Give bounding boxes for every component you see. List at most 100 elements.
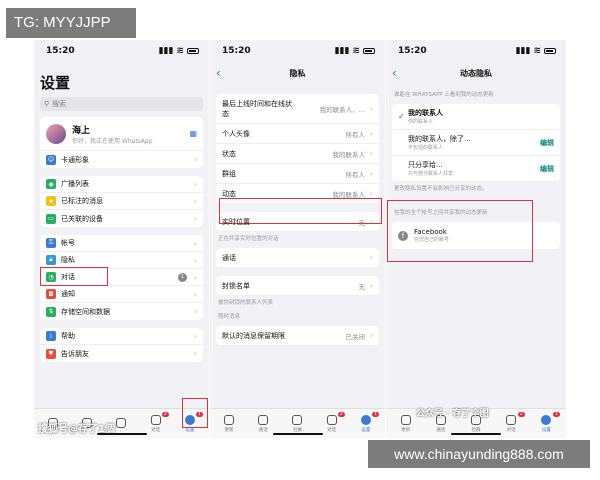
tab-settings[interactable]: 设置 1	[349, 411, 383, 433]
search-input[interactable]: ⚲ 搜索	[40, 97, 203, 111]
settings-row-tell-friend[interactable]: ♥ 告诉朋友 ›	[40, 345, 203, 362]
tab-badge: 1	[553, 411, 560, 417]
status-tab-icon	[224, 414, 235, 425]
row-label: 通知	[61, 290, 75, 298]
settings-row-help[interactable]: i 帮助 ›	[40, 328, 203, 345]
privacy-row-default-timer[interactable]: 默认的消息保留期限 已关闭 ›	[216, 326, 379, 346]
settings-row-avatar[interactable]: ☺ 卡通形象 ›	[40, 151, 203, 168]
highlight-settings-tab-box	[182, 398, 208, 428]
privacy-row-about[interactable]: 状态 我的联系人 ›	[216, 144, 379, 164]
tab-settings[interactable]: 设置 1	[529, 411, 564, 433]
tab-label: 通话	[258, 427, 268, 433]
option-sub: 只与部分联系人共享	[408, 171, 454, 177]
tab-badge: 2	[161, 411, 169, 417]
row-label: 默认的消息保留期限	[222, 331, 285, 340]
nav-header: ‹ 动态隐私	[386, 62, 566, 84]
row-value: 我的联系人	[332, 190, 366, 199]
tab-label: 设置	[361, 427, 371, 433]
page-title: 动态隐私	[460, 68, 492, 78]
row-label: 封锁名单	[222, 281, 250, 290]
battery-icon	[544, 48, 556, 54]
tab-label: 对话	[327, 427, 337, 433]
back-chevron-icon[interactable]: ‹	[392, 66, 397, 80]
chevron-right-icon: ›	[193, 255, 197, 265]
privacy-row-last-seen[interactable]: 最后上线时间和在线状态 我的联系人、... ›	[216, 94, 379, 124]
wifi-icon: ≋	[352, 46, 360, 56]
back-chevron-icon[interactable]: ‹	[216, 66, 221, 80]
settings-row-notifications[interactable]: ◘ 通知 ›	[40, 286, 203, 303]
page-title: 设置	[40, 74, 71, 92]
avatar-icon: ☺	[46, 154, 56, 165]
storage-icon: ⇅	[46, 306, 56, 317]
status-bar: 15:20 ▮▮▮ ≋	[34, 40, 209, 62]
settings-tab-icon	[360, 414, 371, 425]
row-label: 卡通形象	[61, 155, 89, 164]
chevron-right-icon: ›	[369, 149, 373, 158]
signal-icon: ▮▮▮	[334, 46, 350, 56]
privacy-group-live-location: 实时位置 无 ›	[216, 212, 379, 232]
tab-label: 通话	[436, 427, 446, 433]
row-label: 存储空间和数据	[61, 307, 110, 316]
phone-privacy: 15:20 ▮▮▮ ≋ ‹ 隐私 最后上线时间和在线状态 我的联系人、... › …	[210, 40, 385, 438]
row-label: 最后上线时间和在线状态	[222, 99, 292, 118]
section-header: 谁能在 WHATSAPP 上看到我的动态更新	[394, 92, 494, 98]
avatar	[46, 123, 66, 144]
option-only-share-with[interactable]: 只分享给... 只与部分联系人共享 编辑	[392, 156, 560, 182]
settings-row-broadcast[interactable]: ◉ 广播列表 ›	[40, 176, 203, 193]
timer-section-header: 限时消息	[218, 314, 241, 320]
count-badge: 1	[178, 272, 187, 282]
search-placeholder: 搜索	[52, 100, 67, 108]
wifi-icon: ≋	[176, 46, 184, 56]
chevron-right-icon: ›	[193, 331, 197, 341]
profile-row[interactable]: 海上 你好，我正在使用 WhatsApp ▦	[40, 117, 203, 151]
tab-label: 更新	[224, 427, 234, 433]
option-my-contacts[interactable]: ✓ 我的联系人 你的联系人	[392, 104, 560, 130]
chats-tab-icon	[506, 414, 517, 425]
row-label: 群组	[222, 169, 236, 178]
tab-label: 设置	[541, 427, 551, 433]
privacy-row-calls[interactable]: 通话 ›	[216, 248, 379, 268]
tab-communities[interactable]: 社群	[280, 414, 314, 433]
tab-badge: 2	[337, 411, 345, 417]
chevron-right-icon: ›	[193, 238, 197, 248]
privacy-row-live-location[interactable]: 实时位置 无 ›	[216, 212, 379, 232]
chevron-right-icon: ›	[369, 281, 373, 290]
watermark-right: 公众号 · 存了个图	[416, 409, 489, 419]
tab-chats[interactable]: 对话 2	[315, 411, 349, 433]
privacy-row-blocked[interactable]: 封锁名单 无 ›	[216, 276, 379, 296]
tab-chats[interactable]: 对话 2	[494, 411, 529, 433]
chevron-right-icon: ›	[193, 196, 197, 206]
chats-tab-icon	[326, 414, 337, 425]
settings-row-account[interactable]: ⚿ 帐号 ›	[40, 235, 203, 252]
wifi-icon: ≋	[533, 46, 541, 56]
checkmark-icon: ✓	[398, 112, 405, 121]
info-icon: i	[46, 331, 56, 341]
profile-name: 海上	[72, 125, 91, 136]
clock: 15:20	[222, 46, 251, 56]
tab-chats[interactable]: 对话 2	[139, 411, 173, 433]
edit-button[interactable]: 编辑	[540, 138, 554, 148]
option-label: 我的联系人，除了...	[408, 135, 471, 143]
tab-updates[interactable]: 更新	[212, 414, 246, 433]
row-label: 广播列表	[61, 180, 89, 188]
chevron-right-icon: ›	[193, 179, 197, 189]
privacy-row-profile-photo[interactable]: 个人头像 所有人 ›	[216, 124, 379, 144]
profile-group: 海上 你好，我正在使用 WhatsApp ▦ ☺ 卡通形象 ›	[40, 117, 203, 168]
chevron-right-icon: ›	[193, 349, 197, 358]
qr-code-icon[interactable]: ▦	[189, 129, 197, 138]
settings-row-linked-devices[interactable]: ▭ 已关联的设备 ›	[40, 210, 203, 227]
settings-row-starred[interactable]: ★ 已标注的消息 ›	[40, 193, 203, 210]
privacy-row-groups[interactable]: 群组 所有人 ›	[216, 164, 379, 184]
option-text: 我的联系人，除了... 不包括的联系人	[408, 134, 471, 151]
chevron-right-icon: ›	[193, 307, 197, 316]
tab-calls[interactable]: 通话	[246, 414, 280, 433]
privacy-group-timer: 默认的消息保留期限 已关闭 ›	[216, 326, 379, 346]
row-value: 无	[358, 218, 366, 227]
site-label: www.chinayunding888.com	[368, 440, 590, 468]
chevron-right-icon: ›	[369, 331, 373, 340]
settings-row-storage[interactable]: ⇅ 存储空间和数据 ›	[40, 303, 203, 320]
chevron-right-icon: ›	[369, 169, 373, 178]
edit-button[interactable]: 编辑	[540, 164, 554, 174]
tab-badge: 1	[372, 411, 379, 417]
option-contacts-except[interactable]: 我的联系人，除了... 不包括的联系人 编辑	[392, 130, 560, 156]
